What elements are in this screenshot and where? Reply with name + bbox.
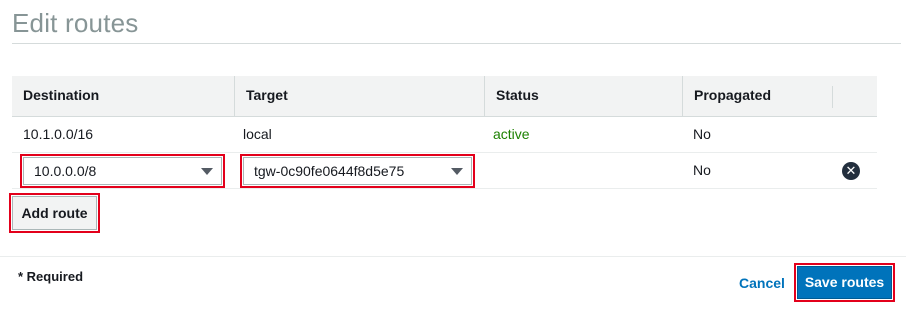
column-header-destination: Destination [23,87,100,103]
page-title: Edit routes [12,8,139,38]
table-row: 10.1.0.0/16 local active No [12,117,877,153]
column-header-actions [832,86,877,108]
close-circle-icon[interactable]: ✕ [842,162,860,180]
propagated-cell: No [693,126,711,142]
destination-select[interactable]: 10.0.0.0/8 [20,154,225,188]
required-note: * Required [18,269,84,284]
target-cell: local [243,126,272,142]
column-header-status: Status [484,76,682,117]
destination-select-value: 10.0.0.0/8 [34,163,97,179]
column-header-propagated: Propagated [682,76,832,117]
caret-down-icon [201,168,213,175]
status-cell: active [493,126,530,142]
table-row: 10.0.0.0/8 tgw-0c90fe0644f8d5e75 No ✕ [12,153,877,189]
destination-cell: 10.1.0.0/16 [23,126,94,142]
target-select-value: tgw-0c90fe0644f8d5e75 [254,163,405,179]
caret-down-icon [451,168,463,175]
table-header: Destination Target Status Propagated [12,76,877,117]
column-header-target: Target [234,76,484,117]
title-divider [12,43,901,44]
status-cell [482,153,493,189]
routes-table: Destination Target Status Propagated 10.… [12,76,877,189]
target-select[interactable]: tgw-0c90fe0644f8d5e75 [240,154,475,188]
cancel-button[interactable]: Cancel [739,275,785,291]
add-route-button[interactable]: Add route [9,193,100,233]
save-routes-button[interactable]: Save routes [794,263,895,302]
propagated-cell: No [693,162,711,178]
footer-divider [0,256,906,257]
